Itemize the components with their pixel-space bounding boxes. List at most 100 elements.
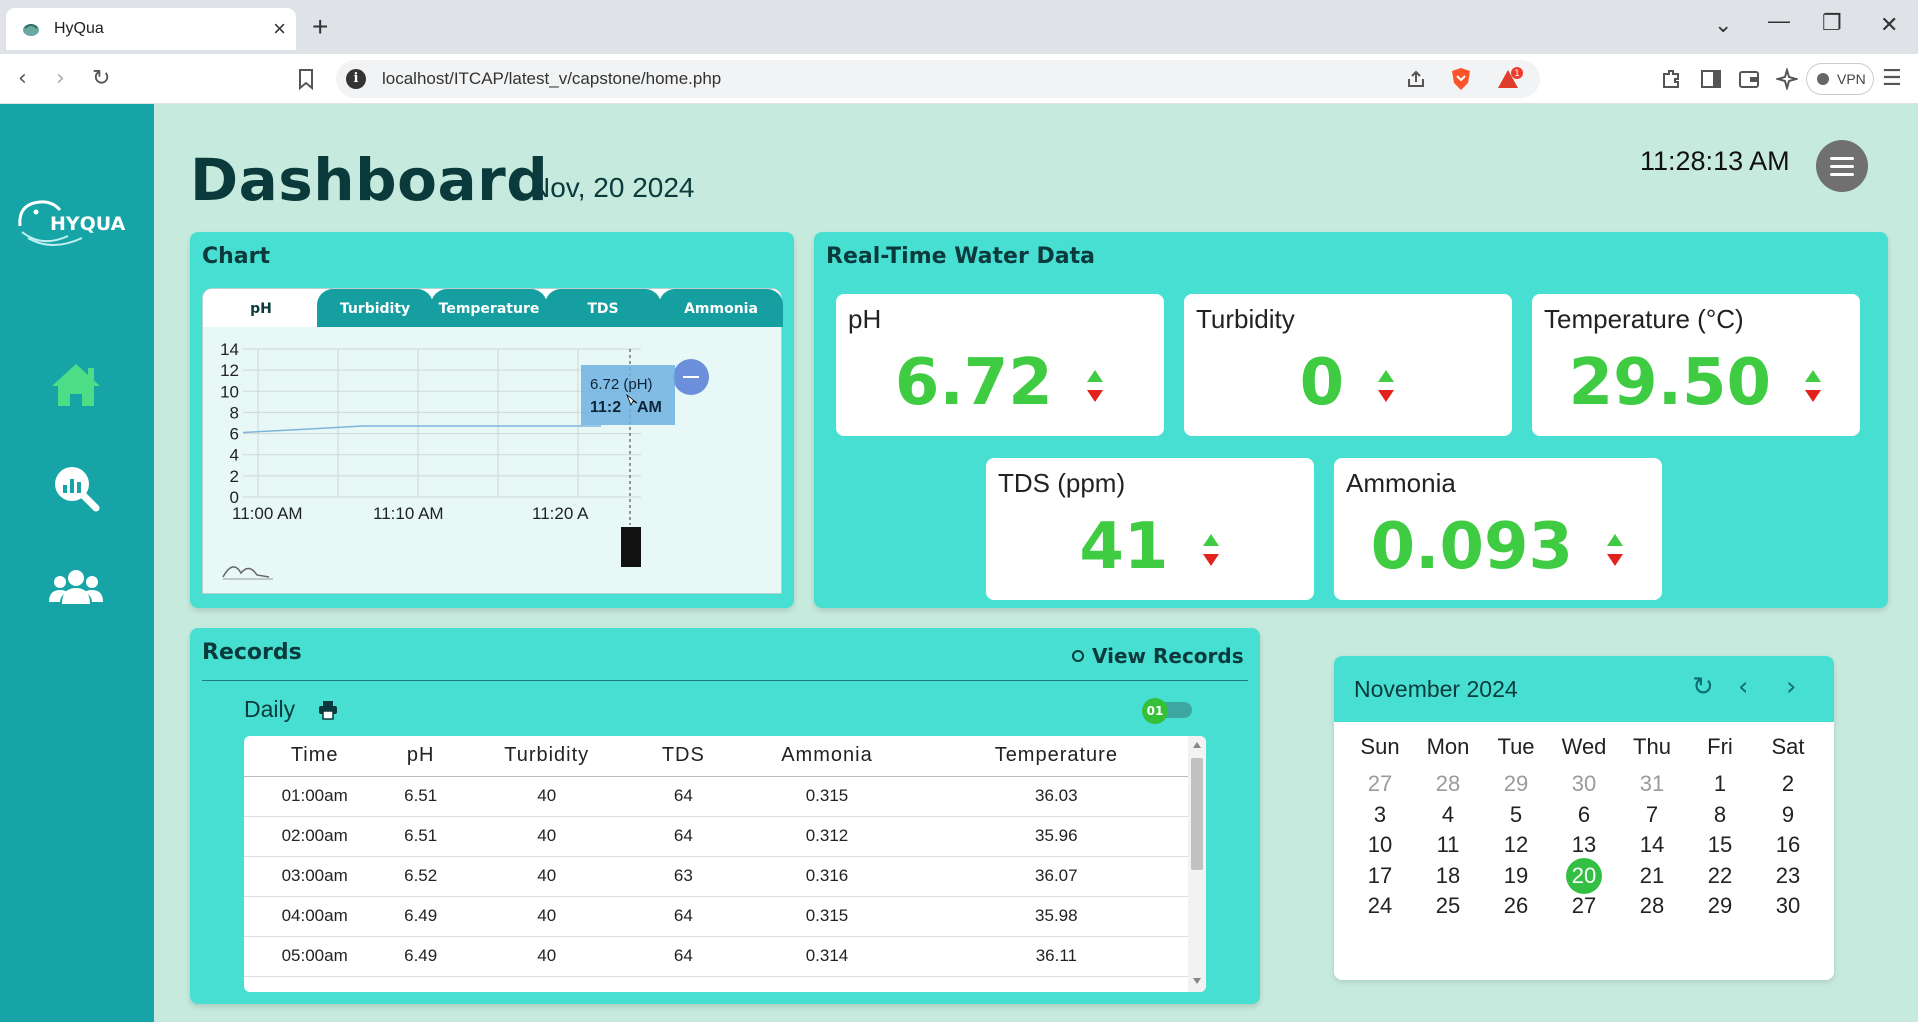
table-row[interactable]: 01:00am 6.51 40 64 0.315 36.03 — [244, 776, 1188, 817]
table-cell: 40 — [456, 856, 638, 897]
scroll-thumb[interactable] — [1191, 758, 1203, 870]
chevron-right-icon[interactable]: › — [1786, 672, 1796, 702]
ph-line-chart[interactable]: 02468101214 11:00 AM 11:10 AM 11:20 A 6.72… — [203, 327, 781, 593]
turbidity-reading: Turbidity 0 — [1184, 294, 1512, 436]
tab-turbidity[interactable]: Turbidity — [317, 289, 433, 327]
address-bar[interactable]: i localhost/ITCAP/latest_v/capstone/home… — [336, 60, 1540, 98]
table-cell: 63 — [637, 856, 730, 897]
back-icon[interactable]: ‹ — [18, 66, 27, 92]
column-header[interactable]: Turbidity — [456, 736, 638, 777]
extensions-icon[interactable] — [1660, 68, 1682, 90]
table-cell: 36.11 — [924, 936, 1188, 977]
column-header[interactable]: Time — [244, 736, 386, 777]
x-tick-label: 11:00 AM — [232, 504, 303, 523]
vpn-label: VPN — [1837, 71, 1866, 87]
minimize-icon[interactable]: — — [1768, 8, 1790, 34]
calendar-day[interactable]: 27 — [1550, 888, 1618, 924]
table-cell: 40 — [456, 816, 638, 857]
view-records-link[interactable]: View Records — [1072, 644, 1244, 668]
vpn-button[interactable]: VPN — [1806, 63, 1874, 95]
table-scrollbar[interactable] — [1188, 736, 1206, 992]
tab-ammonia[interactable]: Ammonia — [659, 289, 783, 327]
print-icon[interactable] — [318, 700, 338, 720]
calendar-weekday: Mon — [1426, 734, 1470, 759]
sort-arrows-icon — [1087, 370, 1104, 403]
restore-icon[interactable]: ❐ — [1822, 10, 1842, 36]
bookmark-icon[interactable] — [298, 68, 314, 90]
close-window-icon[interactable]: ✕ — [1880, 12, 1898, 38]
table-cell: 6.51 — [385, 816, 456, 857]
app-sidebar: HYQUA — [0, 104, 154, 1022]
hyqua-logo[interactable]: HYQUA — [12, 192, 142, 252]
scroll-down-icon[interactable] — [1193, 978, 1201, 984]
site-info-icon[interactable]: i — [346, 69, 366, 89]
wallet-icon[interactable] — [1738, 68, 1760, 90]
calendar-day[interactable]: 24 — [1346, 888, 1414, 924]
column-header[interactable]: Temperature — [924, 736, 1188, 777]
page-date: Nov, 20 2024 — [530, 172, 695, 203]
divider — [202, 680, 1248, 681]
column-header[interactable]: Ammonia — [729, 736, 925, 777]
browser-tab[interactable]: HyQua × — [6, 8, 296, 50]
tab-tds[interactable]: TDS — [545, 289, 661, 327]
table-row[interactable]: 03:00am 6.52 40 63 0.316 36.07 — [244, 856, 1188, 897]
main-content: Dashboard Nov, 20 2024 11:28:13 AM Chart… — [154, 104, 1918, 1022]
reload-icon[interactable]: ↻ — [92, 66, 110, 92]
table-row[interactable]: 02:00am 6.51 40 64 0.312 35.96 — [244, 816, 1188, 857]
brave-rewards-icon[interactable]: 1 — [1496, 66, 1524, 92]
calendar-weekday: Sat — [1771, 734, 1805, 759]
tab-close-icon[interactable]: × — [273, 16, 286, 42]
sort-arrows-icon — [1378, 370, 1395, 403]
turbidity-value: 0 — [1299, 346, 1345, 420]
table-cell: 36.07 — [924, 856, 1188, 897]
tab-search-icon[interactable]: ⌄ — [1714, 12, 1732, 38]
tab-temperature[interactable]: Temperature — [431, 289, 547, 327]
analytics-icon[interactable] — [48, 460, 104, 516]
table-cell: 0.316 — [729, 856, 925, 897]
y-tick-label: 10 — [220, 382, 239, 401]
calendar-day[interactable]: 25 — [1414, 888, 1482, 924]
tab-ph[interactable]: pH — [203, 289, 319, 327]
chevron-left-icon[interactable]: ‹ — [1738, 672, 1748, 702]
calendar-day[interactable]: 28 — [1618, 888, 1686, 924]
table-row[interactable]: 05:00am 6.49 40 64 0.314 36.11 — [244, 936, 1188, 977]
table-cell: 0.314 — [729, 936, 925, 977]
circle-icon — [1072, 649, 1084, 662]
calendar-day[interactable]: 26 — [1482, 888, 1550, 924]
y-tick-label: 6 — [230, 425, 239, 444]
brave-shields-icon[interactable] — [1450, 67, 1472, 91]
url-text[interactable]: localhost/ITCAP/latest_v/capstone/home.p… — [382, 69, 721, 89]
menu-bar-icon — [1830, 157, 1854, 160]
home-icon[interactable] — [48, 356, 104, 412]
series-line[interactable] — [242, 425, 601, 434]
x-tick-label: 11:10 AM — [373, 504, 444, 523]
browser-menu-icon[interactable]: ☰ — [1882, 66, 1902, 92]
users-icon[interactable] — [48, 560, 104, 616]
vpn-status-icon — [1817, 73, 1829, 85]
logo-text: HYQUA — [50, 213, 126, 235]
range-handle[interactable] — [621, 527, 641, 567]
hyqua-favicon-icon — [23, 24, 39, 36]
sidebar-toggle-icon[interactable] — [1700, 68, 1722, 90]
forward-icon[interactable]: › — [56, 66, 65, 92]
y-tick-label: 8 — [230, 403, 239, 422]
view-records-label: View Records — [1092, 644, 1244, 668]
x-axis-ticks: 11:00 AM 11:10 AM 11:20 A — [232, 504, 589, 523]
column-header[interactable]: TDS — [637, 736, 730, 777]
refresh-icon[interactable]: ↻ — [1692, 672, 1714, 702]
chart-tooltip — [581, 365, 675, 425]
ph-reading: pH 6.72 — [836, 294, 1164, 436]
table-cell: 6.51 — [385, 776, 456, 817]
menu-button[interactable] — [1816, 140, 1868, 192]
new-tab-button[interactable]: + — [312, 11, 328, 43]
scroll-up-icon[interactable] — [1193, 742, 1201, 748]
leo-ai-icon[interactable] — [1776, 68, 1798, 90]
calendar-day[interactable]: 30 — [1754, 888, 1822, 924]
period-toggle[interactable]: 01 — [1142, 698, 1196, 724]
calendar-day[interactable]: 29 — [1686, 888, 1754, 924]
temperature-label: Temperature (°C) — [1544, 304, 1744, 334]
table-row[interactable]: 04:00am 6.49 40 64 0.315 35.98 — [244, 896, 1188, 937]
column-header[interactable]: pH — [385, 736, 456, 777]
share-icon[interactable] — [1406, 69, 1426, 89]
records-card-title: Records — [202, 640, 302, 665]
